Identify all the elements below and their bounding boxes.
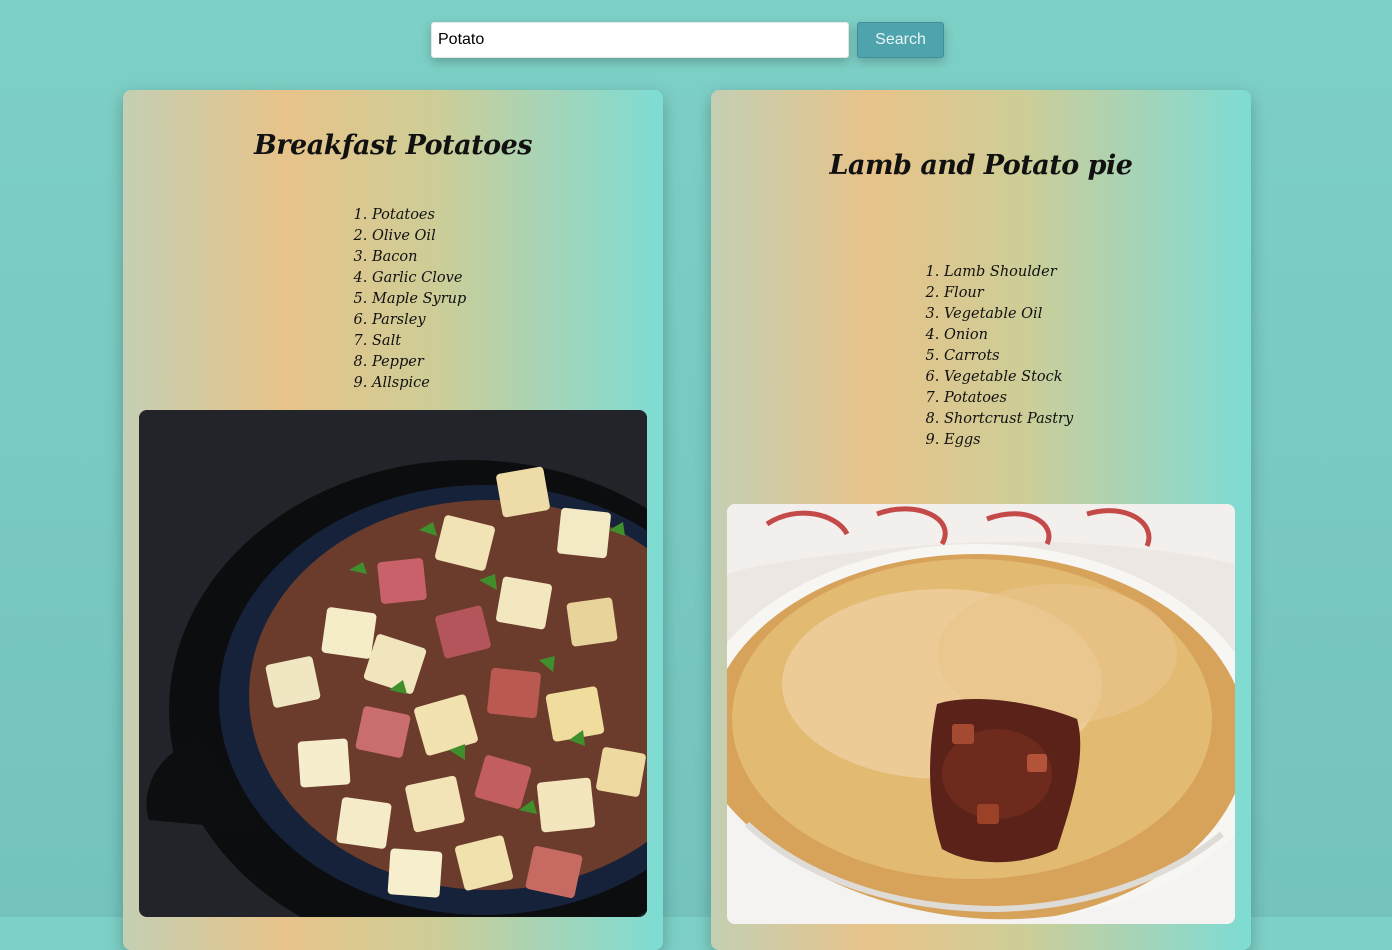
ingredient-item: Bacon <box>372 247 466 268</box>
ingredient-item: Vegetable Stock <box>944 367 1073 388</box>
recipe-card: Breakfast Potatoes Potatoes Olive Oil Ba… <box>123 90 663 950</box>
search-input[interactable] <box>431 22 849 58</box>
ingredient-item: Carrots <box>944 346 1073 367</box>
recipe-image <box>727 504 1235 924</box>
ingredient-item: Pepper <box>372 352 466 373</box>
ingredient-item: Lamb Shoulder <box>944 262 1073 283</box>
ingredient-item: Parsley <box>372 310 466 331</box>
recipe-image <box>139 410 647 917</box>
ingredient-item: Eggs <box>944 430 1073 451</box>
ingredient-item: Potatoes <box>944 388 1073 409</box>
recipe-title: Breakfast Potatoes <box>253 130 533 161</box>
ingredient-item: Salt <box>372 331 466 352</box>
ingredient-item: Onion <box>944 325 1073 346</box>
ingredient-item: Potatoes <box>372 205 466 226</box>
ingredient-list: Potatoes Olive Oil Bacon Garlic Clove Ma… <box>352 205 466 394</box>
ingredient-item: Olive Oil <box>372 226 466 247</box>
ingredient-item: Flour <box>944 283 1073 304</box>
ingredient-item: Allspice <box>372 373 466 394</box>
search-button[interactable]: Search <box>857 22 944 58</box>
recipe-card: Lamb and Potato pie Lamb Shoulder Flour … <box>711 90 1251 950</box>
recipe-title: Lamb and Potato pie <box>829 150 1133 181</box>
lamb-potato-pie-photo <box>727 504 1235 924</box>
ingredient-item: Vegetable Oil <box>944 304 1073 325</box>
ingredient-list: Lamb Shoulder Flour Vegetable Oil Onion … <box>924 262 1073 451</box>
ingredient-item: Garlic Clove <box>372 268 466 289</box>
search-bar: Search <box>431 22 944 58</box>
breakfast-potatoes-photo <box>139 410 647 917</box>
ingredient-item: Shortcrust Pastry <box>944 409 1073 430</box>
ingredient-item: Maple Syrup <box>372 289 466 310</box>
